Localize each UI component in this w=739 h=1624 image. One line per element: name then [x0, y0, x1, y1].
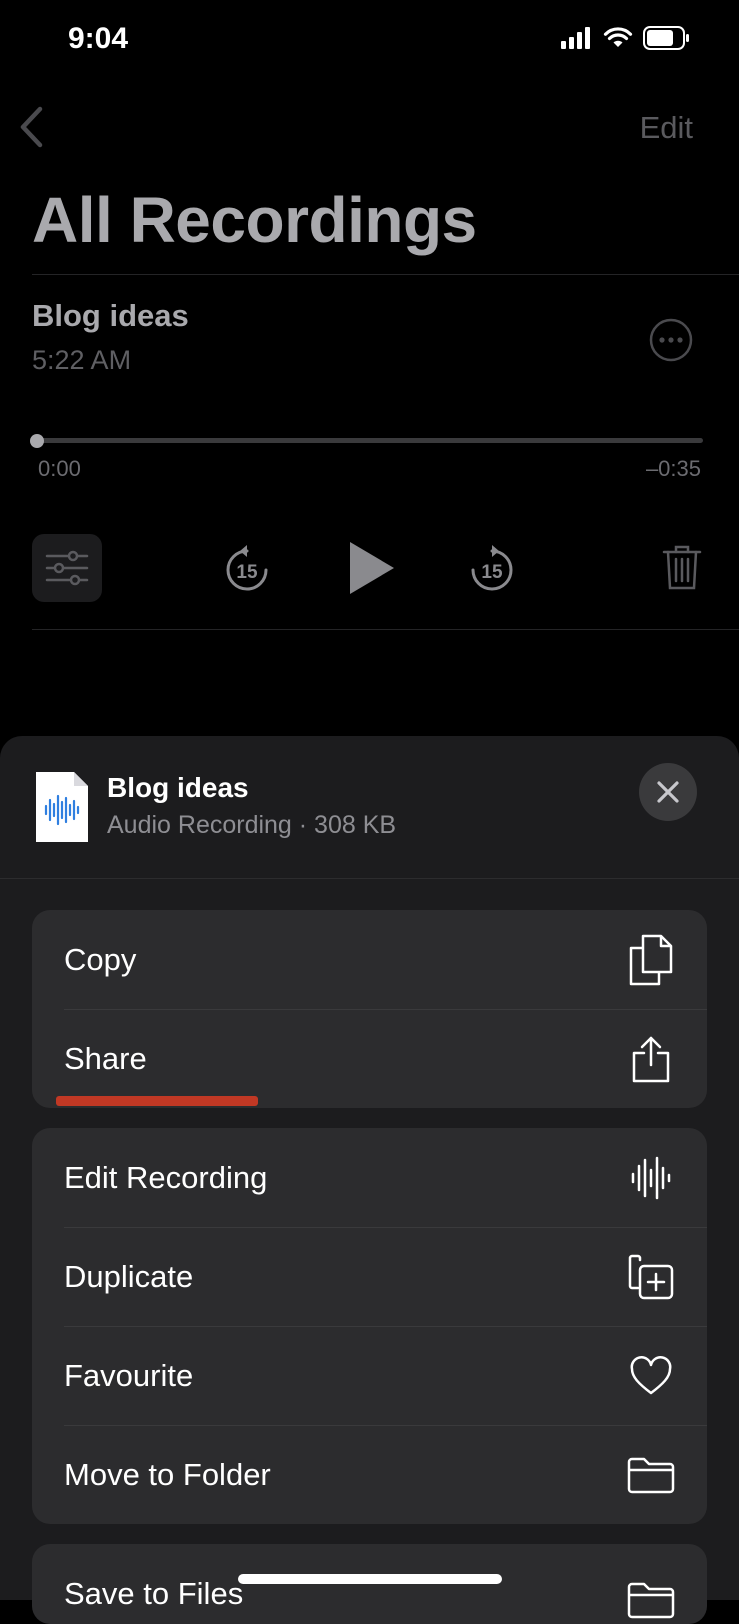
- sliders-icon: [45, 550, 89, 586]
- action-group-3: Save to Files: [32, 1544, 707, 1624]
- highlight-underline: [56, 1096, 258, 1106]
- action-label: Save to Files: [64, 1576, 244, 1611]
- action-label: Favourite: [64, 1357, 194, 1393]
- edit-button[interactable]: Edit: [640, 110, 693, 146]
- playback-scrubber[interactable]: [36, 438, 703, 443]
- recording-time: 5:22 AM: [32, 345, 132, 375]
- trash-icon: [662, 545, 702, 590]
- divider: [32, 274, 739, 275]
- delete-button[interactable]: [662, 543, 702, 596]
- elapsed-time: 0:00: [38, 456, 81, 481]
- action-group-1: Copy Share: [32, 910, 707, 1108]
- recording-title[interactable]: Blog ideas: [32, 298, 189, 334]
- wifi-icon: [603, 27, 633, 47]
- remaining-time: –0:35: [645, 456, 701, 481]
- battery-icon: [643, 26, 689, 50]
- scrubber-handle[interactable]: [30, 434, 44, 448]
- back-button[interactable]: [18, 106, 44, 153]
- duplicate-action[interactable]: Duplicate: [32, 1227, 707, 1326]
- folder-icon: [627, 1576, 675, 1624]
- options-button[interactable]: [32, 534, 102, 602]
- share-action[interactable]: Share: [32, 1009, 707, 1108]
- move-to-folder-action[interactable]: Move to Folder: [32, 1425, 707, 1524]
- chevron-left-icon: [20, 106, 43, 148]
- audio-file-icon: [34, 770, 90, 849]
- save-to-files-action[interactable]: Save to Files: [32, 1544, 707, 1624]
- page-title: All Recordings: [32, 184, 477, 256]
- action-label: Edit Recording: [64, 1159, 268, 1195]
- skip-back-label: 15: [236, 562, 258, 583]
- favourite-action[interactable]: Favourite: [32, 1326, 707, 1425]
- play-button[interactable]: [346, 540, 396, 601]
- more-button[interactable]: [649, 318, 693, 367]
- duplicate-icon: [627, 1253, 675, 1301]
- folder-icon: [627, 1451, 675, 1499]
- skip-back-15-icon: 15: [226, 545, 268, 591]
- action-label: Copy: [64, 941, 137, 977]
- heart-icon: [627, 1352, 675, 1400]
- action-label: Duplicate: [64, 1258, 194, 1294]
- file-title: Blog ideas: [107, 772, 249, 803]
- skip-back-button[interactable]: 15: [222, 543, 272, 600]
- share-icon: [627, 1035, 675, 1083]
- copy-icon: [627, 934, 675, 985]
- play-icon: [350, 542, 394, 594]
- skip-forward-label: 15: [481, 562, 503, 583]
- copy-action[interactable]: Copy: [32, 910, 707, 1009]
- close-icon: [657, 781, 679, 803]
- home-indicator: [238, 1574, 502, 1584]
- edit-recording-action[interactable]: Edit Recording: [32, 1128, 707, 1227]
- skip-forward-15-icon: 15: [471, 545, 513, 591]
- close-button[interactable]: [639, 763, 697, 821]
- divider: [0, 878, 739, 879]
- status-time: 9:04: [68, 22, 129, 55]
- cellular-signal-icon: [561, 27, 590, 49]
- action-label: Move to Folder: [64, 1456, 271, 1492]
- waveform-icon: [627, 1154, 675, 1202]
- ellipsis-circle-icon: [649, 318, 693, 362]
- action-group-2: Edit Recording Duplicate Favourite Move …: [32, 1128, 707, 1524]
- status-icons: [561, 26, 691, 50]
- divider: [32, 629, 739, 630]
- skip-forward-button[interactable]: 15: [467, 543, 517, 600]
- action-label: Share: [64, 1040, 147, 1076]
- file-subtitle: Audio Recording · 308 KB: [107, 811, 397, 839]
